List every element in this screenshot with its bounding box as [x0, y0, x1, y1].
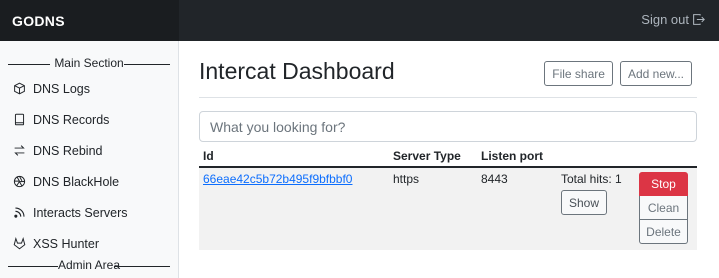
sidebar-item-interacts-servers[interactable]: Interacts Servers: [0, 197, 178, 228]
page-title: Intercat Dashboard: [199, 58, 395, 84]
add-new-button[interactable]: Add new...: [619, 61, 692, 86]
cell-actions: Stop Clean Delete: [635, 167, 697, 250]
action-button-group: Stop Clean Delete: [639, 172, 688, 244]
sidebar-item-dns-rebind[interactable]: DNS Rebind: [0, 135, 178, 166]
book-icon: [12, 113, 26, 127]
sidebar: Main Section DNS Logs DNS Records DNS Re…: [0, 41, 179, 278]
total-hits-text: Total hits: 1: [561, 172, 622, 186]
sidebar-item-label: DNS BlackHole: [33, 174, 120, 189]
column-header-server-type: Server Type: [389, 146, 477, 168]
column-header-id: Id: [199, 146, 389, 168]
divider: [199, 97, 697, 98]
table-row: 66eae42c5b72b495f9bfbbf0 https 8443 Tota…: [199, 167, 697, 250]
stop-button[interactable]: Stop: [639, 172, 688, 196]
sidebar-item-label: DNS Rebind: [33, 143, 103, 158]
cell-hits: Total hits: 1 Show: [557, 167, 635, 250]
main-content: Intercat Dashboard File share Add new...…: [179, 41, 719, 278]
cell-listen-port: 8443: [477, 167, 557, 250]
table-header-row: Id Server Type Listen port: [199, 146, 697, 168]
show-button[interactable]: Show: [561, 190, 608, 215]
sidebar-item-dns-blackhole[interactable]: DNS BlackHole: [0, 166, 178, 197]
admin-section-heading: Admin Area: [0, 258, 178, 274]
box-arrow-right-icon: [693, 14, 705, 25]
file-share-button[interactable]: File share: [544, 61, 613, 86]
interact-servers-table: Id Server Type Listen port 66eae42c5b72b…: [199, 146, 697, 250]
sidebar-nav: DNS Logs DNS Records DNS Rebind DNS Blac…: [0, 73, 178, 259]
sidebar-item-dns-records[interactable]: DNS Records: [0, 104, 178, 135]
column-header-listen-port: Listen port: [477, 146, 557, 168]
box-icon: [12, 82, 26, 96]
sidebar-item-label: XSS Hunter: [33, 236, 100, 251]
top-navbar: GODNS Sign out: [0, 0, 719, 41]
brand-area: GODNS: [0, 0, 179, 41]
sidebar-item-xss-hunter[interactable]: XSS Hunter: [0, 228, 178, 259]
main-section-heading: Main Section: [0, 56, 178, 72]
clean-button[interactable]: Clean: [639, 196, 688, 220]
toolbar: File share Add new...: [544, 61, 692, 86]
sidebar-item-label: Interacts Servers: [33, 205, 128, 220]
server-id-link[interactable]: 66eae42c5b72b495f9bfbbf0: [203, 172, 352, 186]
column-header-actions: [635, 146, 697, 168]
column-header-hits: [557, 146, 635, 168]
cell-id: 66eae42c5b72b495f9bfbbf0: [199, 167, 389, 250]
sidebar-item-label: DNS Logs: [33, 81, 90, 96]
search-input[interactable]: [199, 111, 697, 142]
delete-button[interactable]: Delete: [639, 220, 688, 244]
sidebar-item-dns-logs[interactable]: DNS Logs: [0, 73, 178, 104]
brand-logo[interactable]: GODNS: [12, 13, 65, 29]
sign-out-link[interactable]: Sign out: [641, 12, 705, 27]
rss-icon: [12, 206, 26, 220]
cell-server-type: https: [389, 167, 477, 250]
sidebar-item-label: DNS Records: [33, 112, 110, 127]
sign-out-label: Sign out: [641, 12, 689, 27]
arrow-repeat-icon: [12, 144, 26, 158]
aperture-icon: [12, 175, 26, 189]
gitlab-icon: [12, 237, 26, 251]
